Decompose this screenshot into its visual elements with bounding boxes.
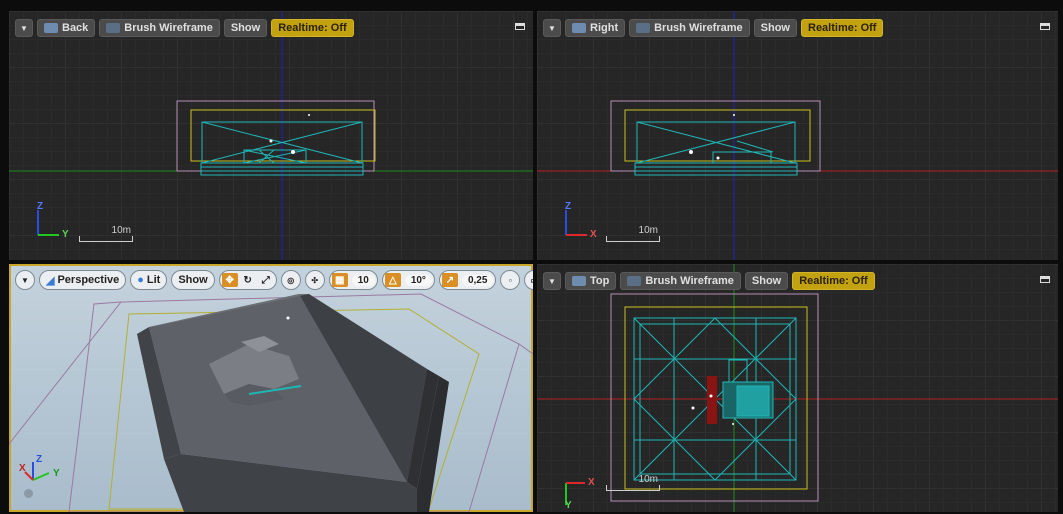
axis-label-x: X: [588, 477, 595, 488]
rotation-snap-toggle[interactable]: △ 10°: [381, 270, 435, 290]
view-type-button[interactable]: Right: [565, 19, 626, 37]
chevron-down-icon: ▼: [548, 23, 556, 33]
axis-label-x: X: [19, 463, 26, 474]
view-type-button[interactable]: Top: [565, 272, 617, 290]
viewport-perspective[interactable]: ▼ ◢ Perspective ● Lit Show ✥ ↻ ⤢ ◎ ✣ ▦ 10 △…: [9, 264, 533, 512]
rotate-icon[interactable]: ↻: [240, 273, 256, 287]
viewport-right[interactable]: ▼ Right Brush Wireframe Show Realtime: O…: [537, 11, 1058, 260]
view-mode-button[interactable]: Brush Wireframe: [629, 19, 750, 37]
show-button[interactable]: Show: [223, 19, 268, 37]
scale-label: 10m: [111, 225, 131, 236]
viewport-menu-button[interactable]: ▼: [543, 272, 561, 290]
maximize-icon[interactable]: [515, 23, 525, 30]
scale-label: 10m: [638, 474, 658, 485]
move-icon[interactable]: ✥: [221, 273, 238, 287]
transform-tools-group: ✥ ↻ ⤢: [218, 270, 277, 290]
axis-label-y: Y: [53, 468, 60, 479]
viewport-menu-button[interactable]: ▼: [543, 19, 561, 37]
grid-snap-toggle[interactable]: ▦ 10: [328, 270, 378, 290]
wireframe-icon: [627, 276, 642, 286]
lit-sphere-icon: ●: [137, 274, 144, 286]
chevron-down-icon: ▼: [20, 23, 28, 33]
viewport-right-toolbar: ▼ Right Brush Wireframe Show Realtime: O…: [543, 18, 884, 38]
maximize-icon[interactable]: [1040, 276, 1050, 283]
axis-label-z: Z: [565, 201, 572, 212]
scale-icon[interactable]: ⤢: [258, 273, 274, 287]
viewport-top[interactable]: ▼ Top Brush Wireframe Show Realtime: Off: [537, 264, 1058, 512]
camera-speed-icon[interactable]: ▫: [500, 270, 521, 290]
viewport-top-toolbar: ▼ Top Brush Wireframe Show Realtime: Off: [543, 271, 875, 291]
axis-gizmo: [37, 210, 59, 236]
axis-gizmo: [24, 462, 50, 481]
globe-icon[interactable]: ◎: [280, 270, 301, 290]
wireframe-icon: [106, 23, 121, 33]
maximize-icon[interactable]: ▭: [524, 270, 533, 290]
scale-snap-toggle[interactable]: ↗ 0,25: [438, 270, 497, 290]
help-icon[interactable]: [24, 489, 33, 498]
camera-right-icon: [572, 23, 586, 33]
view-mode-button[interactable]: ● Lit: [130, 270, 168, 290]
view-type-button[interactable]: ◢ Perspective: [39, 270, 127, 290]
axis-label-y: Y: [62, 229, 69, 240]
axis-label-y: Y: [565, 500, 572, 511]
view-type-button[interactable]: Back: [37, 19, 96, 37]
chevron-down-icon: ▼: [21, 275, 29, 285]
show-button[interactable]: Show: [753, 19, 797, 37]
viewport-menu-button[interactable]: ▼: [15, 270, 35, 290]
realtime-badge[interactable]: Realtime: Off: [792, 272, 875, 290]
scale-snap-icon: ↗: [441, 273, 458, 287]
wireframe-icon: [636, 23, 651, 33]
surface-snap-icon[interactable]: ✣: [304, 270, 325, 290]
view-mode-button[interactable]: Brush Wireframe: [620, 272, 741, 290]
scale-indicator: 10m: [79, 225, 133, 242]
scale-indicator: 10m: [606, 474, 660, 491]
perspective-icon: ◢: [46, 274, 55, 287]
axis-gizmo: [565, 210, 587, 236]
grid-icon: ▦: [331, 273, 348, 287]
viewport-menu-button[interactable]: ▼: [15, 19, 33, 37]
axis-label-z: Z: [37, 201, 44, 212]
camera-top-icon: [572, 276, 586, 286]
scale-label: 10m: [638, 225, 658, 236]
angle-icon: △: [384, 273, 401, 287]
view-mode-button[interactable]: Brush Wireframe: [99, 19, 220, 37]
maximize-icon[interactable]: [1040, 23, 1050, 30]
viewport-perspective-toolbar: ▼ ◢ Perspective ● Lit Show ✥ ↻ ⤢ ◎ ✣ ▦ 10 △…: [15, 270, 533, 290]
axis-label-x: X: [590, 229, 597, 240]
camera-back-icon: [44, 23, 58, 33]
axis-label-z: Z: [36, 454, 43, 465]
show-button[interactable]: Show: [744, 272, 789, 290]
realtime-badge[interactable]: Realtime: Off: [271, 19, 354, 37]
scale-indicator: 10m: [606, 225, 660, 242]
viewport-back[interactable]: ▼ Back Brush Wireframe Show Realtime: Of…: [9, 11, 533, 260]
realtime-badge[interactable]: Realtime: Off: [801, 19, 884, 37]
show-button[interactable]: Show: [171, 270, 215, 290]
chevron-down-icon: ▼: [548, 276, 556, 286]
viewport-back-toolbar: ▼ Back Brush Wireframe Show Realtime: Of…: [15, 18, 354, 38]
